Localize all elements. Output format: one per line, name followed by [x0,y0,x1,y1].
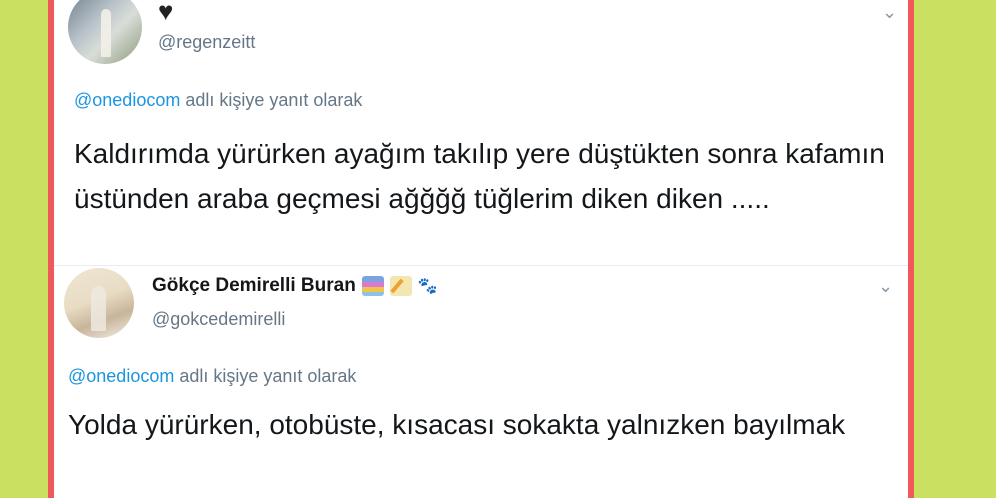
reply-mention-link[interactable]: @onediocom [74,90,180,110]
tweet-card: ♥ @regenzeitt ⌄ @onediocom adlı kişiye y… [54,0,908,265]
avatar[interactable] [64,268,134,338]
paw-prints-icon: 🐾 [417,278,438,295]
reply-mention-link[interactable]: @onediocom [68,366,174,386]
author-handle[interactable]: @gokcedemirelli [152,309,285,330]
tweet-text: Kaldırımda yürürken ayağım takılıp yere … [74,138,885,214]
books-emoji-icon [361,276,384,296]
tweet-card: Gökçe Demirelli Buran 🐾 @gokcedemirelli … [54,265,908,498]
reply-context-label: adlı kişiye yanıt olarak [180,90,363,110]
memo-emoji-icon [389,276,412,296]
tweet-thread-frame: ♥ @regenzeitt ⌄ @onediocom adlı kişiye y… [48,0,914,498]
author-row: Gökçe Demirelli Buran 🐾 [152,275,438,297]
heart-icon: ♥ [158,0,174,26]
reply-context: @onediocom adlı kişiye yanıt olarak [68,366,356,387]
chevron-down-icon[interactable]: ⌄ [882,2,897,23]
reply-context: @onediocom adlı kişiye yanıt olarak [74,90,362,111]
tweet-text: Yolda yürürken, otobüste, kısacası sokak… [68,409,846,440]
author-handle[interactable]: @regenzeitt [158,32,255,53]
author-row: ♥ [158,0,173,24]
reply-context-label: adlı kişiye yanıt olarak [174,366,357,386]
avatar[interactable] [68,0,142,64]
chevron-down-icon[interactable]: ⌄ [878,276,893,297]
author-name[interactable]: Gökçe Demirelli Buran [152,275,356,297]
